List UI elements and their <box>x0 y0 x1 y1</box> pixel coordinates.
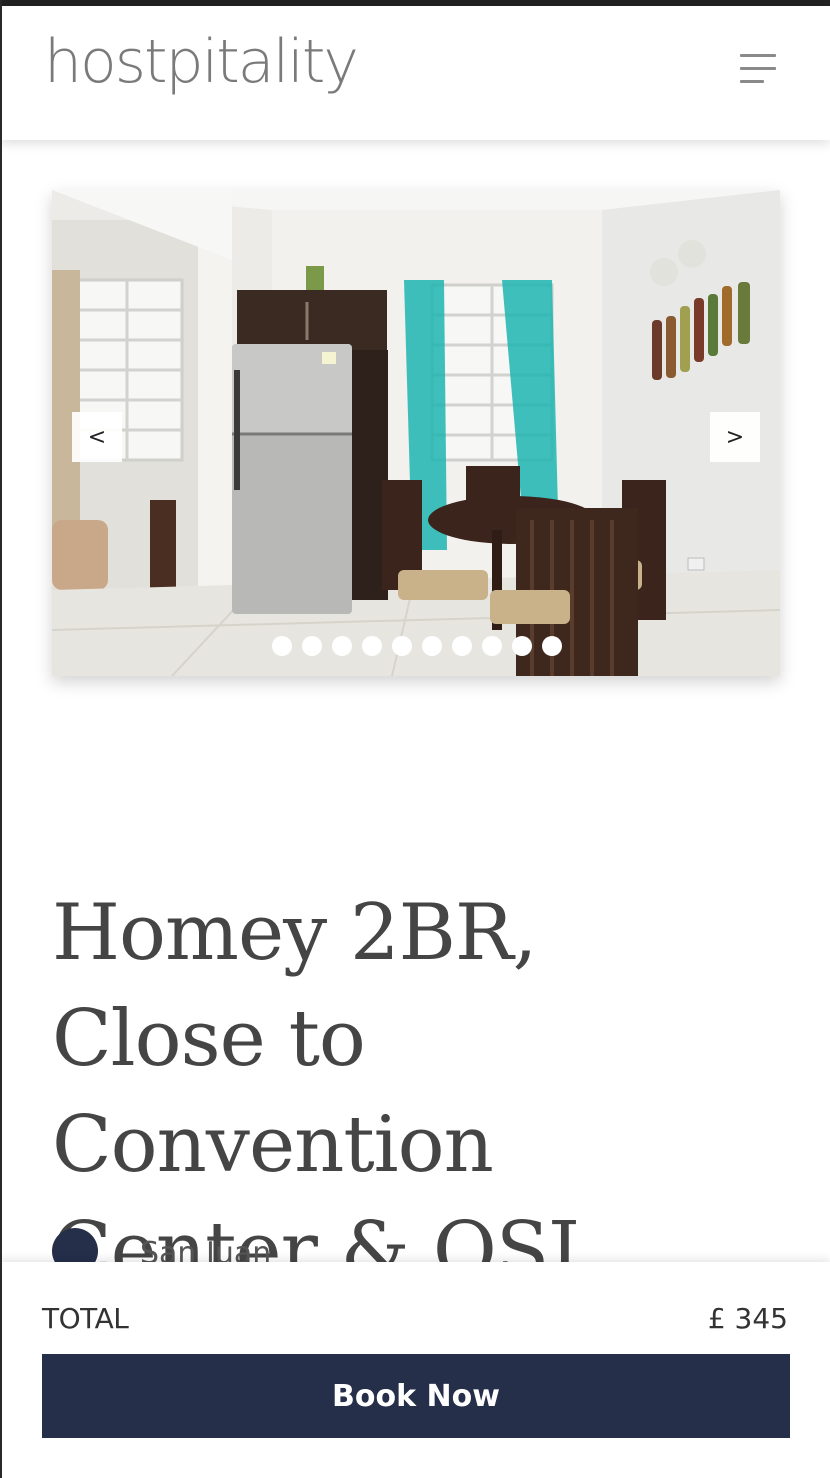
photo-gallery[interactable]: < > <box>52 190 780 676</box>
listing-photo <box>52 190 780 676</box>
menu-line <box>740 67 776 70</box>
gallery-dot[interactable] <box>362 636 382 656</box>
total-price: £ 345 <box>707 1302 788 1335</box>
gallery-dot[interactable] <box>512 636 532 656</box>
gallery-dot[interactable] <box>482 636 502 656</box>
booking-bar: TOTAL £ 345 Book Now <box>0 1262 830 1478</box>
hamburger-menu-icon[interactable] <box>736 52 776 88</box>
menu-line <box>740 80 764 83</box>
site-header: hostpitality <box>0 6 830 140</box>
total-label: TOTAL <box>42 1302 129 1335</box>
gallery-dot[interactable] <box>392 636 412 656</box>
book-now-button[interactable]: Book Now <box>42 1354 790 1438</box>
gallery-next-button[interactable]: > <box>710 412 760 462</box>
gallery-dot[interactable] <box>332 636 352 656</box>
gallery-prev-button[interactable]: < <box>72 412 122 462</box>
gallery-pagination <box>272 636 562 656</box>
gallery-dot[interactable] <box>272 636 292 656</box>
menu-line <box>740 54 776 57</box>
gallery-dot[interactable] <box>542 636 562 656</box>
gallery-dot[interactable] <box>422 636 442 656</box>
gallery-dot[interactable] <box>452 636 472 656</box>
gallery-dot[interactable] <box>302 636 322 656</box>
hostpitality-logo[interactable]: hostpitality <box>44 32 359 92</box>
window-left-border <box>0 0 2 1478</box>
